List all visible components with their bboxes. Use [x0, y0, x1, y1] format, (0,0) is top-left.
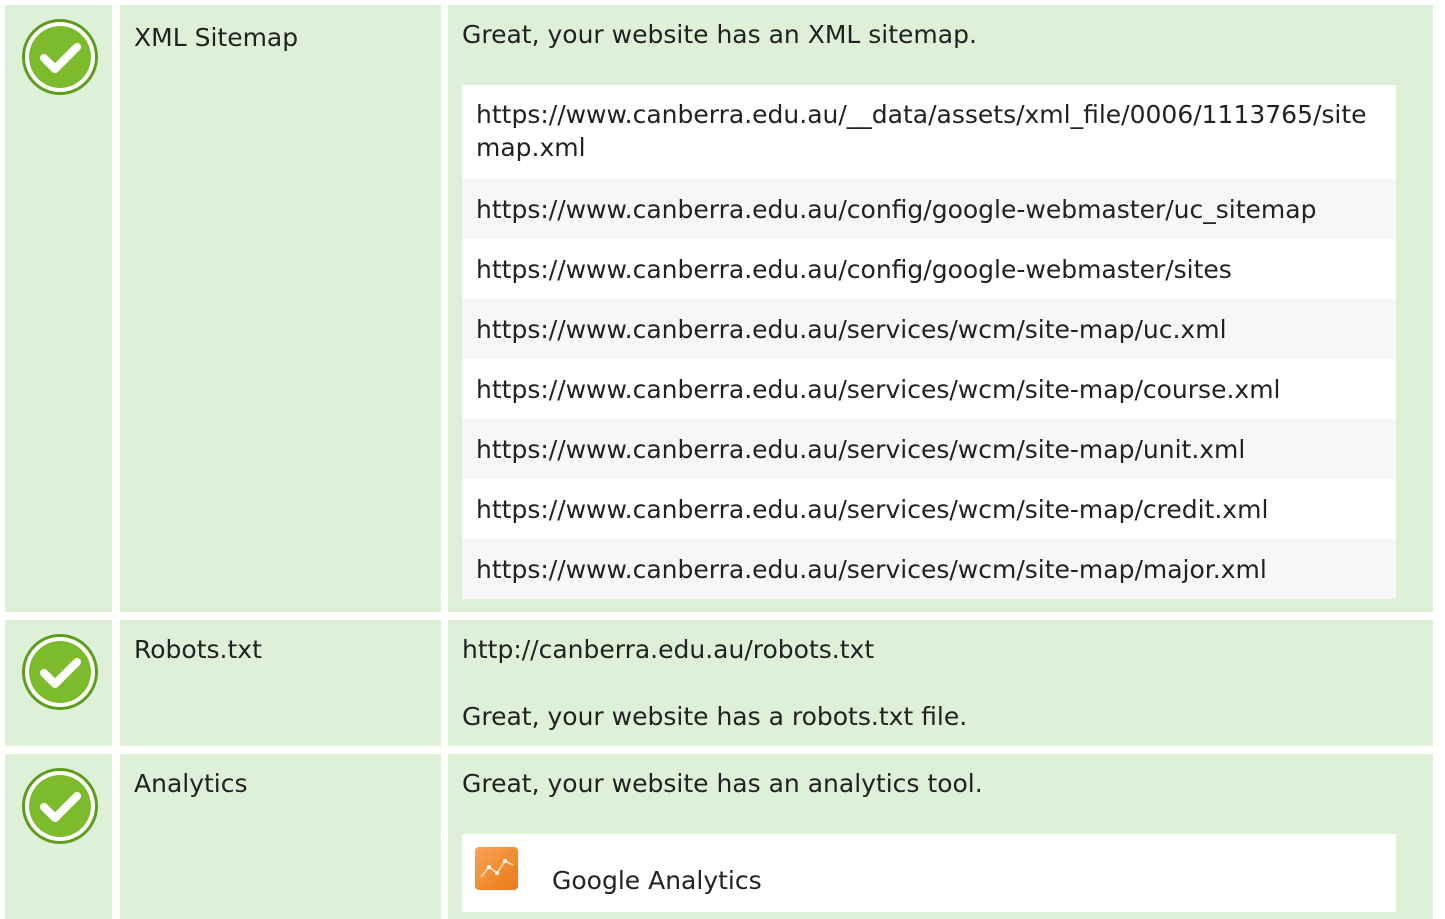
sitemap-url-item[interactable]: https://www.canberra.edu.au/services/wcm…: [462, 359, 1396, 419]
status-cell: [5, 754, 112, 919]
row-label: XML Sitemap: [134, 23, 299, 52]
sitemap-url-item[interactable]: https://www.canberra.edu.au/services/wcm…: [462, 419, 1396, 479]
row-xml-sitemap: XML Sitemap Great, your website has an X…: [0, 5, 1445, 612]
detail-cell: Great, your website has an XML sitemap. …: [448, 5, 1433, 612]
robots-url[interactable]: http://canberra.edu.au/robots.txt: [462, 633, 874, 667]
detail-cell: Great, your website has an analytics too…: [448, 754, 1433, 919]
sitemap-url-item[interactable]: https://www.canberra.edu.au/services/wcm…: [462, 539, 1396, 599]
detail-cell: http://canberra.edu.au/robots.txt Great,…: [448, 620, 1433, 746]
row-label: Analytics: [134, 769, 248, 798]
google-analytics-logo-icon: [475, 847, 518, 890]
sitemap-url-item[interactable]: https://www.canberra.edu.au/services/wcm…: [462, 479, 1396, 539]
check-circle-icon: [22, 19, 98, 95]
label-cell: XML Sitemap: [120, 5, 441, 612]
row-label: Robots.txt: [134, 635, 262, 664]
status-cell: [5, 5, 112, 612]
label-cell: Analytics: [120, 754, 441, 919]
sitemap-url-list: https://www.canberra.edu.au/__data/asset…: [462, 85, 1396, 599]
sitemap-url-item[interactable]: https://www.canberra.edu.au/config/googl…: [462, 239, 1396, 299]
analytics-message: Great, your website has an analytics too…: [462, 769, 983, 798]
sitemap-url-item[interactable]: https://www.canberra.edu.au/__data/asset…: [462, 85, 1396, 179]
analytics-tool-name: Google Analytics: [552, 866, 762, 895]
label-cell: Robots.txt: [120, 620, 441, 746]
analytics-tool-item: Google Analytics: [462, 834, 1396, 912]
check-circle-icon: [22, 634, 98, 710]
robots-message: Great, your website has a robots.txt fil…: [462, 702, 968, 731]
sitemap-url-item[interactable]: https://www.canberra.edu.au/services/wcm…: [462, 299, 1396, 359]
status-cell: [5, 620, 112, 746]
row-robots-txt: Robots.txt http://canberra.edu.au/robots…: [0, 620, 1445, 746]
check-circle-icon: [22, 768, 98, 844]
row-analytics: Analytics Great, your website has an ana…: [0, 754, 1445, 919]
sitemap-message: Great, your website has an XML sitemap.: [462, 20, 977, 49]
sitemap-url-item[interactable]: https://www.canberra.edu.au/config/googl…: [462, 179, 1396, 239]
